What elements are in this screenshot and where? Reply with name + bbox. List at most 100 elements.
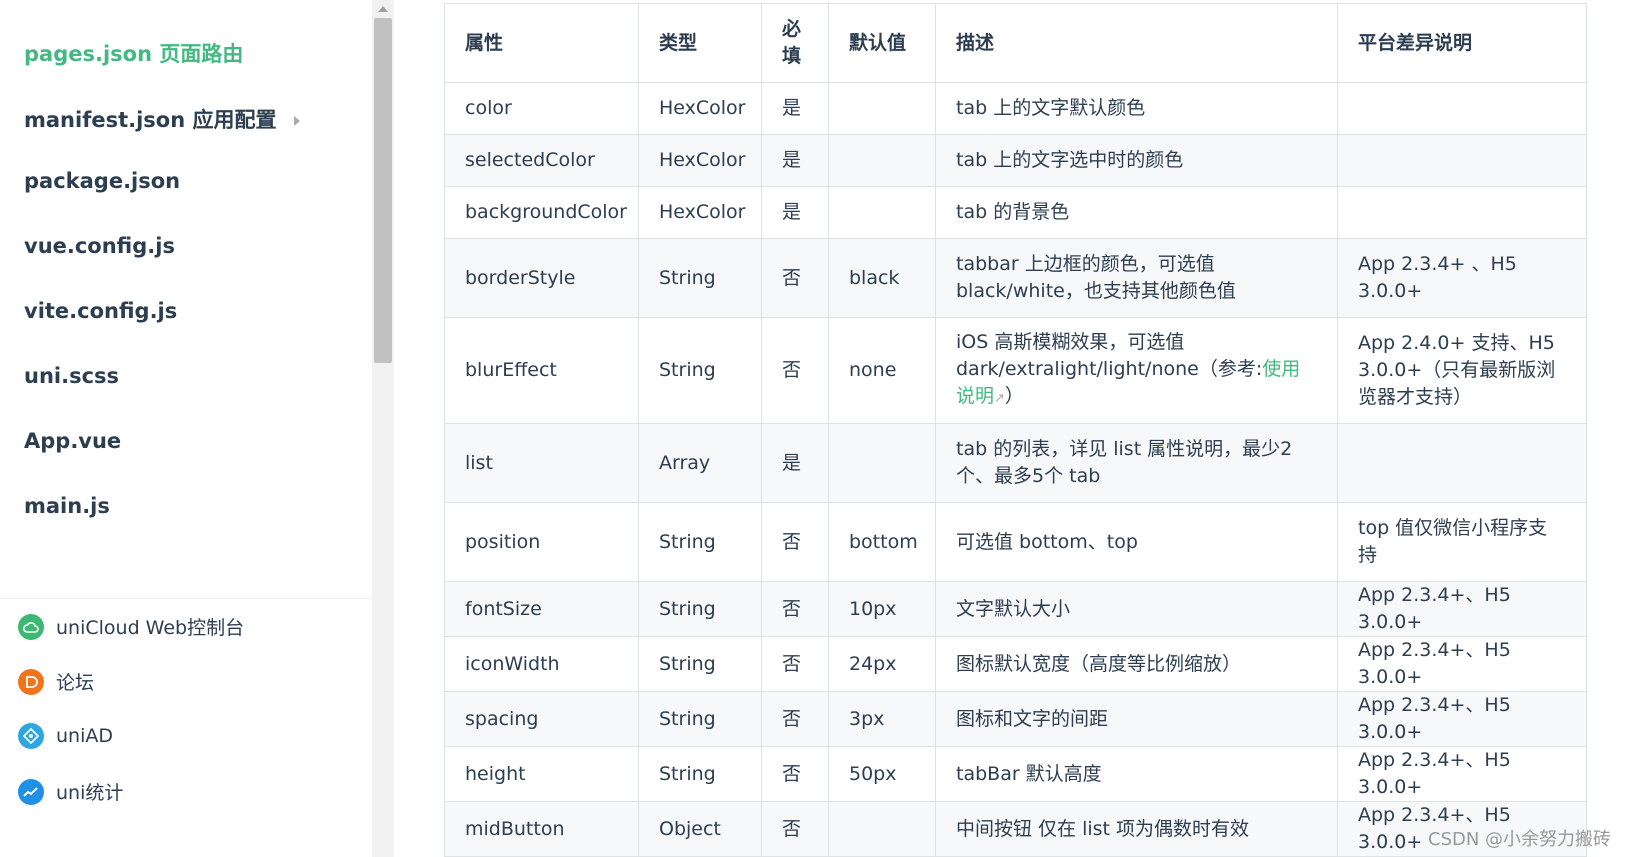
cell-platform bbox=[1337, 134, 1587, 187]
cell-platform: App 2.3.4+、H5 3.0.0+ bbox=[1337, 746, 1587, 802]
sidebar-item-uni-scss[interactable]: uni.scss bbox=[24, 364, 119, 388]
cell-required: 是 bbox=[761, 423, 829, 503]
ad-icon bbox=[18, 723, 44, 749]
cell-prop: spacing bbox=[444, 691, 639, 747]
cell-prop: height bbox=[444, 746, 639, 802]
unicloud-link[interactable]: uniCloud Web控制台 bbox=[18, 613, 244, 640]
forum-link[interactable]: 论坛 bbox=[18, 668, 94, 695]
cell-prop: blurEffect bbox=[444, 317, 639, 424]
header-default: 默认值 bbox=[828, 3, 936, 83]
scroll-up-icon[interactable] bbox=[378, 6, 388, 12]
cell-type: String bbox=[638, 238, 762, 318]
cell-type: Object bbox=[638, 801, 762, 857]
table-row: iconWidth String 否 24px 图标默认宽度（高度等比例缩放） … bbox=[444, 636, 1587, 692]
table-row: color HexColor 是 tab 上的文字默认颜色 bbox=[444, 82, 1587, 135]
scroll-thumb[interactable] bbox=[374, 18, 392, 363]
cell-required: 否 bbox=[761, 317, 829, 424]
table-row: fontSize String 否 10px 文字默认大小 App 2.3.4+… bbox=[444, 581, 1587, 637]
cell-desc: tabbar 上边框的颜色，可选值 black/white，也支持其他颜色值 bbox=[935, 238, 1338, 318]
forum-icon bbox=[18, 668, 44, 695]
table-row: blurEffect String 否 none iOS 高斯模糊效果，可选值 … bbox=[444, 317, 1587, 424]
cell-desc: 图标和文字的间距 bbox=[935, 691, 1338, 747]
sidebar-item-vite-config[interactable]: vite.config.js bbox=[24, 299, 177, 323]
cell-default bbox=[828, 134, 936, 187]
cell-required: 否 bbox=[761, 502, 829, 582]
cell-prop: iconWidth bbox=[444, 636, 639, 692]
external-link-icon: ↗ bbox=[994, 391, 1005, 406]
cell-default: black bbox=[828, 238, 936, 318]
sidebar-item-main-js[interactable]: main.js bbox=[24, 494, 110, 518]
cell-prop: backgroundColor bbox=[444, 186, 639, 239]
sidebar-item-vue-config[interactable]: vue.config.js bbox=[24, 234, 175, 258]
cell-required: 是 bbox=[761, 186, 829, 239]
cell-default: none bbox=[828, 317, 936, 424]
cell-platform: App 2.3.4+、H5 3.0.0+ bbox=[1337, 636, 1587, 692]
cell-desc: 文字默认大小 bbox=[935, 581, 1338, 637]
cell-platform bbox=[1337, 82, 1587, 135]
cell-desc: 图标默认宽度（高度等比例缩放） bbox=[935, 636, 1338, 692]
table-row: midButton Object 否 中间按钮 仅在 list 项为偶数时有效 … bbox=[444, 801, 1587, 857]
table-row: position String 否 bottom 可选值 bottom、top … bbox=[444, 502, 1587, 582]
uniad-link[interactable]: uniAD bbox=[18, 723, 113, 749]
cell-desc: tab 的背景色 bbox=[935, 186, 1338, 239]
cell-prop: selectedColor bbox=[444, 134, 639, 187]
header-prop: 属性 bbox=[444, 3, 639, 83]
cell-prop: position bbox=[444, 502, 639, 582]
table-header-row: 属性 类型 必填 默认值 描述 平台差异说明 bbox=[444, 3, 1587, 83]
cell-prop: fontSize bbox=[444, 581, 639, 637]
cell-desc: tabBar 默认高度 bbox=[935, 746, 1338, 802]
cell-platform: App 2.3.4+、H5 3.0.0+ bbox=[1337, 581, 1587, 637]
cell-type: HexColor bbox=[638, 134, 762, 187]
tabbar-properties-table: 属性 类型 必填 默认值 描述 平台差异说明 color HexColor 是 … bbox=[444, 3, 1587, 857]
cell-prop: midButton bbox=[444, 801, 639, 857]
table-row: height String 否 50px tabBar 默认高度 App 2.3… bbox=[444, 746, 1587, 802]
cloud-icon bbox=[18, 613, 44, 640]
cell-platform bbox=[1337, 186, 1587, 239]
cell-type: Array bbox=[638, 423, 762, 503]
cell-desc: tab 的列表，详见 list 属性说明，最少2个、最多5个 tab bbox=[935, 423, 1338, 503]
table-row: spacing String 否 3px 图标和文字的间距 App 2.3.4+… bbox=[444, 691, 1587, 747]
tabbar-properties-table-wrap: 属性 类型 必填 默认值 描述 平台差异说明 color HexColor 是 … bbox=[444, 3, 1587, 857]
sidebar-item-pages-json[interactable]: pages.json 页面路由 bbox=[24, 38, 243, 68]
sidebar-item-label: manifest.json 应用配置 bbox=[24, 108, 277, 132]
stats-icon bbox=[18, 778, 44, 805]
cell-desc: tab 上的文字默认颜色 bbox=[935, 82, 1338, 135]
sidebar: pages.json 页面路由 manifest.json 应用配置 packa… bbox=[0, 0, 372, 857]
forum-link-label: 论坛 bbox=[56, 672, 95, 694]
cell-type: String bbox=[638, 317, 762, 424]
sidebar-item-app-vue[interactable]: App.vue bbox=[24, 429, 121, 453]
sidebar-item-manifest-json[interactable]: manifest.json 应用配置 bbox=[24, 104, 301, 134]
uni-stats-link-label: uni统计 bbox=[56, 782, 124, 804]
cell-required: 是 bbox=[761, 134, 829, 187]
cell-desc: 中间按钮 仅在 list 项为偶数时有效 bbox=[935, 801, 1338, 857]
cell-desc: iOS 高斯模糊效果，可选值 dark/extralight/light/non… bbox=[935, 317, 1338, 424]
cell-type: HexColor bbox=[638, 186, 762, 239]
desc-text: iOS 高斯模糊效果，可选值 dark/extralight/light/non… bbox=[956, 331, 1263, 380]
cell-default bbox=[828, 186, 936, 239]
cell-required: 否 bbox=[761, 636, 829, 692]
cell-required: 否 bbox=[761, 581, 829, 637]
table-row: borderStyle String 否 black tabbar 上边框的颜色… bbox=[444, 238, 1587, 318]
cell-type: String bbox=[638, 502, 762, 582]
header-platform: 平台差异说明 bbox=[1337, 3, 1587, 83]
cell-platform: App 2.3.4+、H5 3.0.0+ bbox=[1337, 691, 1587, 747]
unicloud-link-label: uniCloud Web控制台 bbox=[56, 617, 245, 639]
cell-platform: App 2.4.0+ 支持、H5 3.0.0+（只有最新版浏览器才支持） bbox=[1337, 317, 1587, 424]
cell-default: bottom bbox=[828, 502, 936, 582]
uni-stats-link[interactable]: uni统计 bbox=[18, 778, 123, 805]
uniad-link-label: uniAD bbox=[56, 725, 113, 747]
cell-required: 否 bbox=[761, 238, 829, 318]
cell-default: 24px bbox=[828, 636, 936, 692]
cell-prop: borderStyle bbox=[444, 238, 639, 318]
header-required: 必填 bbox=[761, 3, 829, 83]
cell-type: String bbox=[638, 746, 762, 802]
table-row: selectedColor HexColor 是 tab 上的文字选中时的颜色 bbox=[444, 134, 1587, 187]
cell-platform: top 值仅微信小程序支持 bbox=[1337, 502, 1587, 582]
header-type: 类型 bbox=[638, 3, 762, 83]
sidebar-item-package-json[interactable]: package.json bbox=[24, 169, 180, 193]
sidebar-scrollbar[interactable] bbox=[372, 0, 394, 857]
desc-text-suffix: ） bbox=[1004, 385, 1024, 407]
cell-platform: App 2.3.4+ 、H5 3.0.0+ bbox=[1337, 238, 1587, 318]
cell-default: 3px bbox=[828, 691, 936, 747]
cell-required: 否 bbox=[761, 801, 829, 857]
